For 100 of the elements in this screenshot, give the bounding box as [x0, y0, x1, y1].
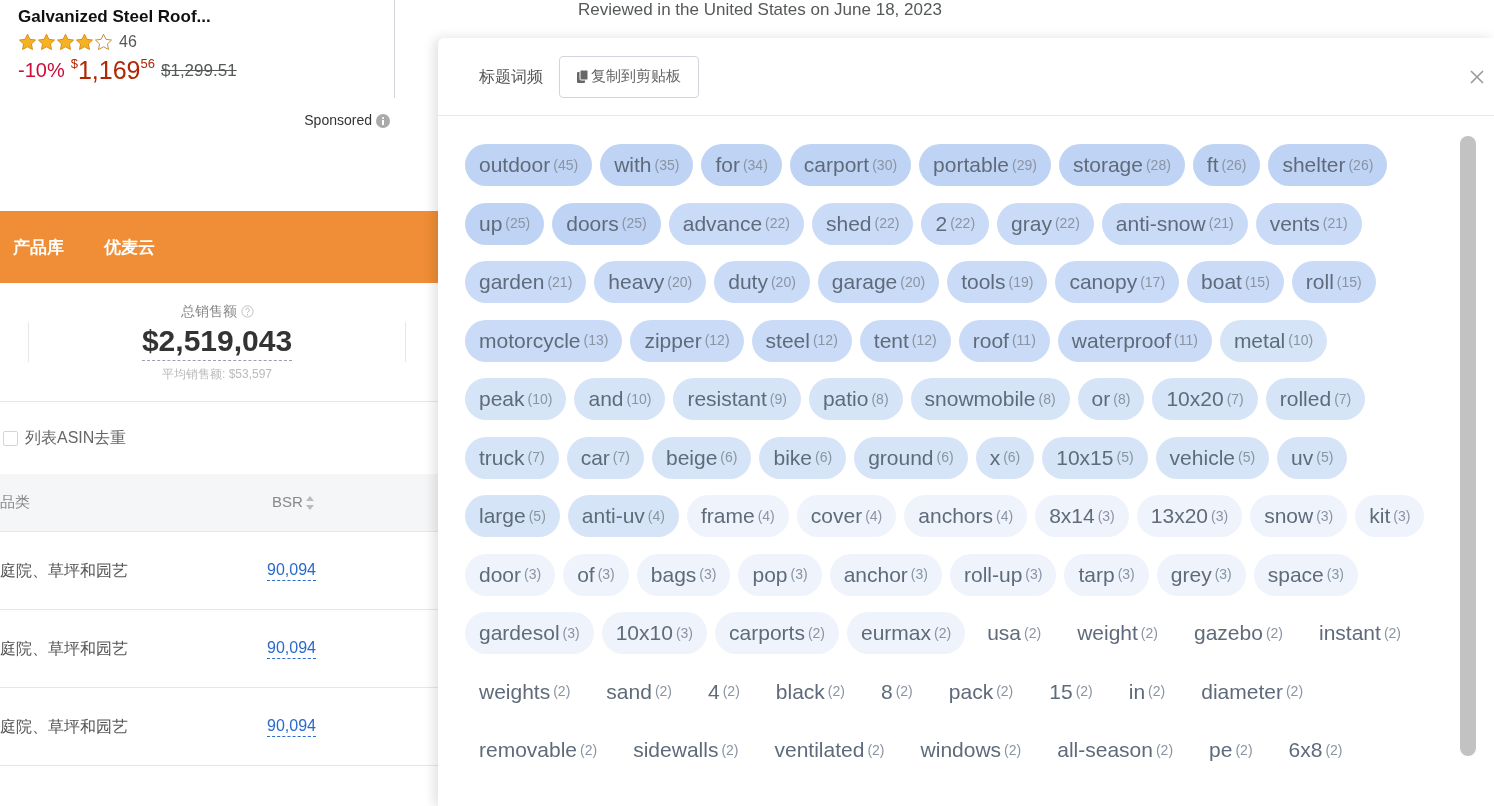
discount-text: -10%	[18, 58, 65, 83]
word-tag[interactable]: frame(4)	[687, 495, 789, 537]
word-tag[interactable]: bike(6)	[759, 436, 847, 479]
word-tag[interactable]: 2(22)	[921, 202, 990, 245]
word-tag[interactable]: roof(11)	[958, 319, 1050, 362]
review-count[interactable]: 46	[119, 30, 137, 54]
word-tag[interactable]: grey(3)	[1156, 553, 1246, 596]
word-tag[interactable]: outdoor(45)	[465, 144, 593, 186]
word-tag[interactable]: anchors(4)	[904, 495, 1028, 537]
nav-item[interactable]: 产品库	[13, 234, 64, 261]
word-tag[interactable]: advance(22)	[668, 202, 804, 245]
word-tag[interactable]: ft(26)	[1192, 144, 1261, 186]
list-price-text: $1,299.51	[160, 60, 237, 82]
filled-star-icon	[18, 33, 37, 51]
word-tag[interactable]: boat(15)	[1187, 261, 1284, 303]
word-tag[interactable]: gardesol(3)	[465, 612, 594, 654]
word-tag[interactable]: doors(25)	[552, 202, 661, 245]
word-tag[interactable]: anti-snow(21)	[1101, 202, 1248, 245]
word-tag[interactable]: shelter(26)	[1268, 144, 1388, 186]
word-tag[interactable]: roll(15)	[1291, 261, 1376, 303]
word-tag[interactable]: roll-up(3)	[950, 553, 1057, 596]
word-tag[interactable]: anchor(3)	[829, 553, 942, 596]
word-tag[interactable]: kit(3)	[1355, 495, 1425, 537]
word-tag[interactable]: motorcycle(13)	[465, 319, 623, 362]
bsr-link[interactable]: 90,094	[267, 560, 316, 581]
word-tag[interactable]: snow(3)	[1250, 495, 1348, 537]
column-header: 品类	[0, 492, 31, 513]
word-tag[interactable]: and(10)	[574, 378, 666, 420]
info-icon[interactable]	[376, 113, 390, 128]
word-tag[interactable]: steel(12)	[751, 319, 852, 362]
word-tag[interactable]: resistant(9)	[673, 378, 801, 420]
word-tag[interactable]: 10x10(3)	[601, 612, 708, 654]
word-tag[interactable]: pop(3)	[738, 553, 822, 596]
filled-star-icon	[75, 33, 94, 51]
word-tag[interactable]: metal(10)	[1219, 319, 1328, 362]
dedupe-label: 列表ASIN去重	[25, 428, 127, 448]
word-tag[interactable]: patio(8)	[808, 378, 903, 420]
word-tag[interactable]: for(34)	[701, 144, 782, 186]
column-header[interactable]: BSR	[272, 491, 303, 514]
word-tag[interactable]: vehicle(5)	[1155, 436, 1270, 479]
word-tag[interactable]: shed(22)	[812, 202, 914, 245]
word-tag[interactable]: heavy(20)	[594, 261, 707, 303]
word-tag[interactable]: door(3)	[465, 553, 556, 596]
review-date: Reviewed in the United States on June 18, 2023	[578, 0, 943, 20]
word-tag[interactable]: large(5)	[465, 495, 560, 537]
category-cell-text: 庭院、草坪和园艺	[0, 560, 129, 581]
word-tag[interactable]: zipper(12)	[630, 319, 744, 362]
word-tag[interactable]: x(6)	[975, 436, 1035, 479]
category-cell-text: 庭院、草坪和园艺	[0, 716, 129, 737]
nav-item[interactable]: 优麦云	[104, 234, 155, 261]
word-tag[interactable]: space(3)	[1253, 553, 1358, 596]
word-tag[interactable]: snowmobile(8)	[910, 378, 1070, 420]
word-tag[interactable]: eurmax(2)	[847, 612, 966, 654]
word-tag[interactable]: vents(21)	[1255, 202, 1362, 245]
bsr-link[interactable]: 90,094	[267, 638, 316, 659]
sort-icon[interactable]	[304, 494, 315, 511]
close-icon[interactable]	[1469, 68, 1485, 85]
word-tag[interactable]: duty(20)	[714, 261, 810, 303]
word-tag[interactable]: waterproof(11)	[1057, 319, 1212, 362]
bsr-link[interactable]: 90,094	[267, 716, 316, 737]
word-tag[interactable]: peak(10)	[465, 378, 567, 420]
word-tag[interactable]: bags(3)	[636, 553, 731, 596]
word-tag[interactable]: garden(21)	[465, 261, 587, 303]
panel-title: 标题词频	[479, 66, 543, 87]
stat-label: 总销售额	[180, 302, 237, 321]
word-tag[interactable]: carport(30)	[789, 144, 912, 186]
word-tag[interactable]: garage(20)	[817, 261, 940, 303]
word-tag[interactable]: gray(22)	[997, 202, 1094, 245]
word-tag[interactable]: beige(6)	[651, 436, 752, 479]
filled-star-icon	[56, 33, 75, 51]
product-title[interactable]: Galvanized Steel Roof...	[18, 6, 394, 28]
word-tag[interactable]: 13x20(3)	[1136, 495, 1243, 537]
scrollbar-thumb[interactable]	[1460, 136, 1476, 756]
word-tag[interactable]: tarp(3)	[1064, 553, 1149, 596]
word-tag[interactable]: carports(2)	[715, 612, 839, 654]
word-tag[interactable]: car(7)	[566, 436, 644, 479]
word-tag[interactable]: portable(29)	[919, 144, 1051, 186]
word-tag[interactable]: up(25)	[465, 202, 545, 245]
word-tag[interactable]: ground(6)	[854, 436, 968, 479]
word-tag[interactable]: storage(28)	[1058, 144, 1185, 186]
word-tag[interactable]: anti-uv(4)	[567, 495, 679, 537]
word-tag[interactable]: 10x20(7)	[1152, 378, 1258, 420]
word-tag[interactable]: tent(12)	[859, 319, 951, 362]
help-icon[interactable]	[240, 305, 254, 318]
word-tag[interactable]: truck(7)	[465, 436, 559, 479]
word-tag[interactable]: or(8)	[1077, 378, 1145, 420]
copy-button[interactable]: 复制到剪贴板	[559, 55, 699, 98]
word-tag[interactable]: tools(19)	[947, 261, 1048, 303]
sponsored-label: Sponsored	[304, 111, 372, 130]
word-tag[interactable]: of(3)	[563, 553, 629, 596]
dedupe-checkbox[interactable]	[3, 430, 18, 446]
word-tag[interactable]: 10x15(5)	[1042, 436, 1148, 479]
word-tag[interactable]: cover(4)	[796, 495, 897, 537]
word-tag[interactable]: 8x14(3)	[1035, 495, 1129, 537]
word-tag[interactable]: canopy(17)	[1055, 261, 1180, 303]
word-tag[interactable]: uv(5)	[1277, 436, 1348, 479]
word-tag[interactable]: with(35)	[600, 144, 694, 186]
word-tag[interactable]: rolled(7)	[1265, 378, 1366, 420]
copy-icon	[577, 70, 589, 83]
stat-value: $2,519,043	[141, 322, 293, 361]
